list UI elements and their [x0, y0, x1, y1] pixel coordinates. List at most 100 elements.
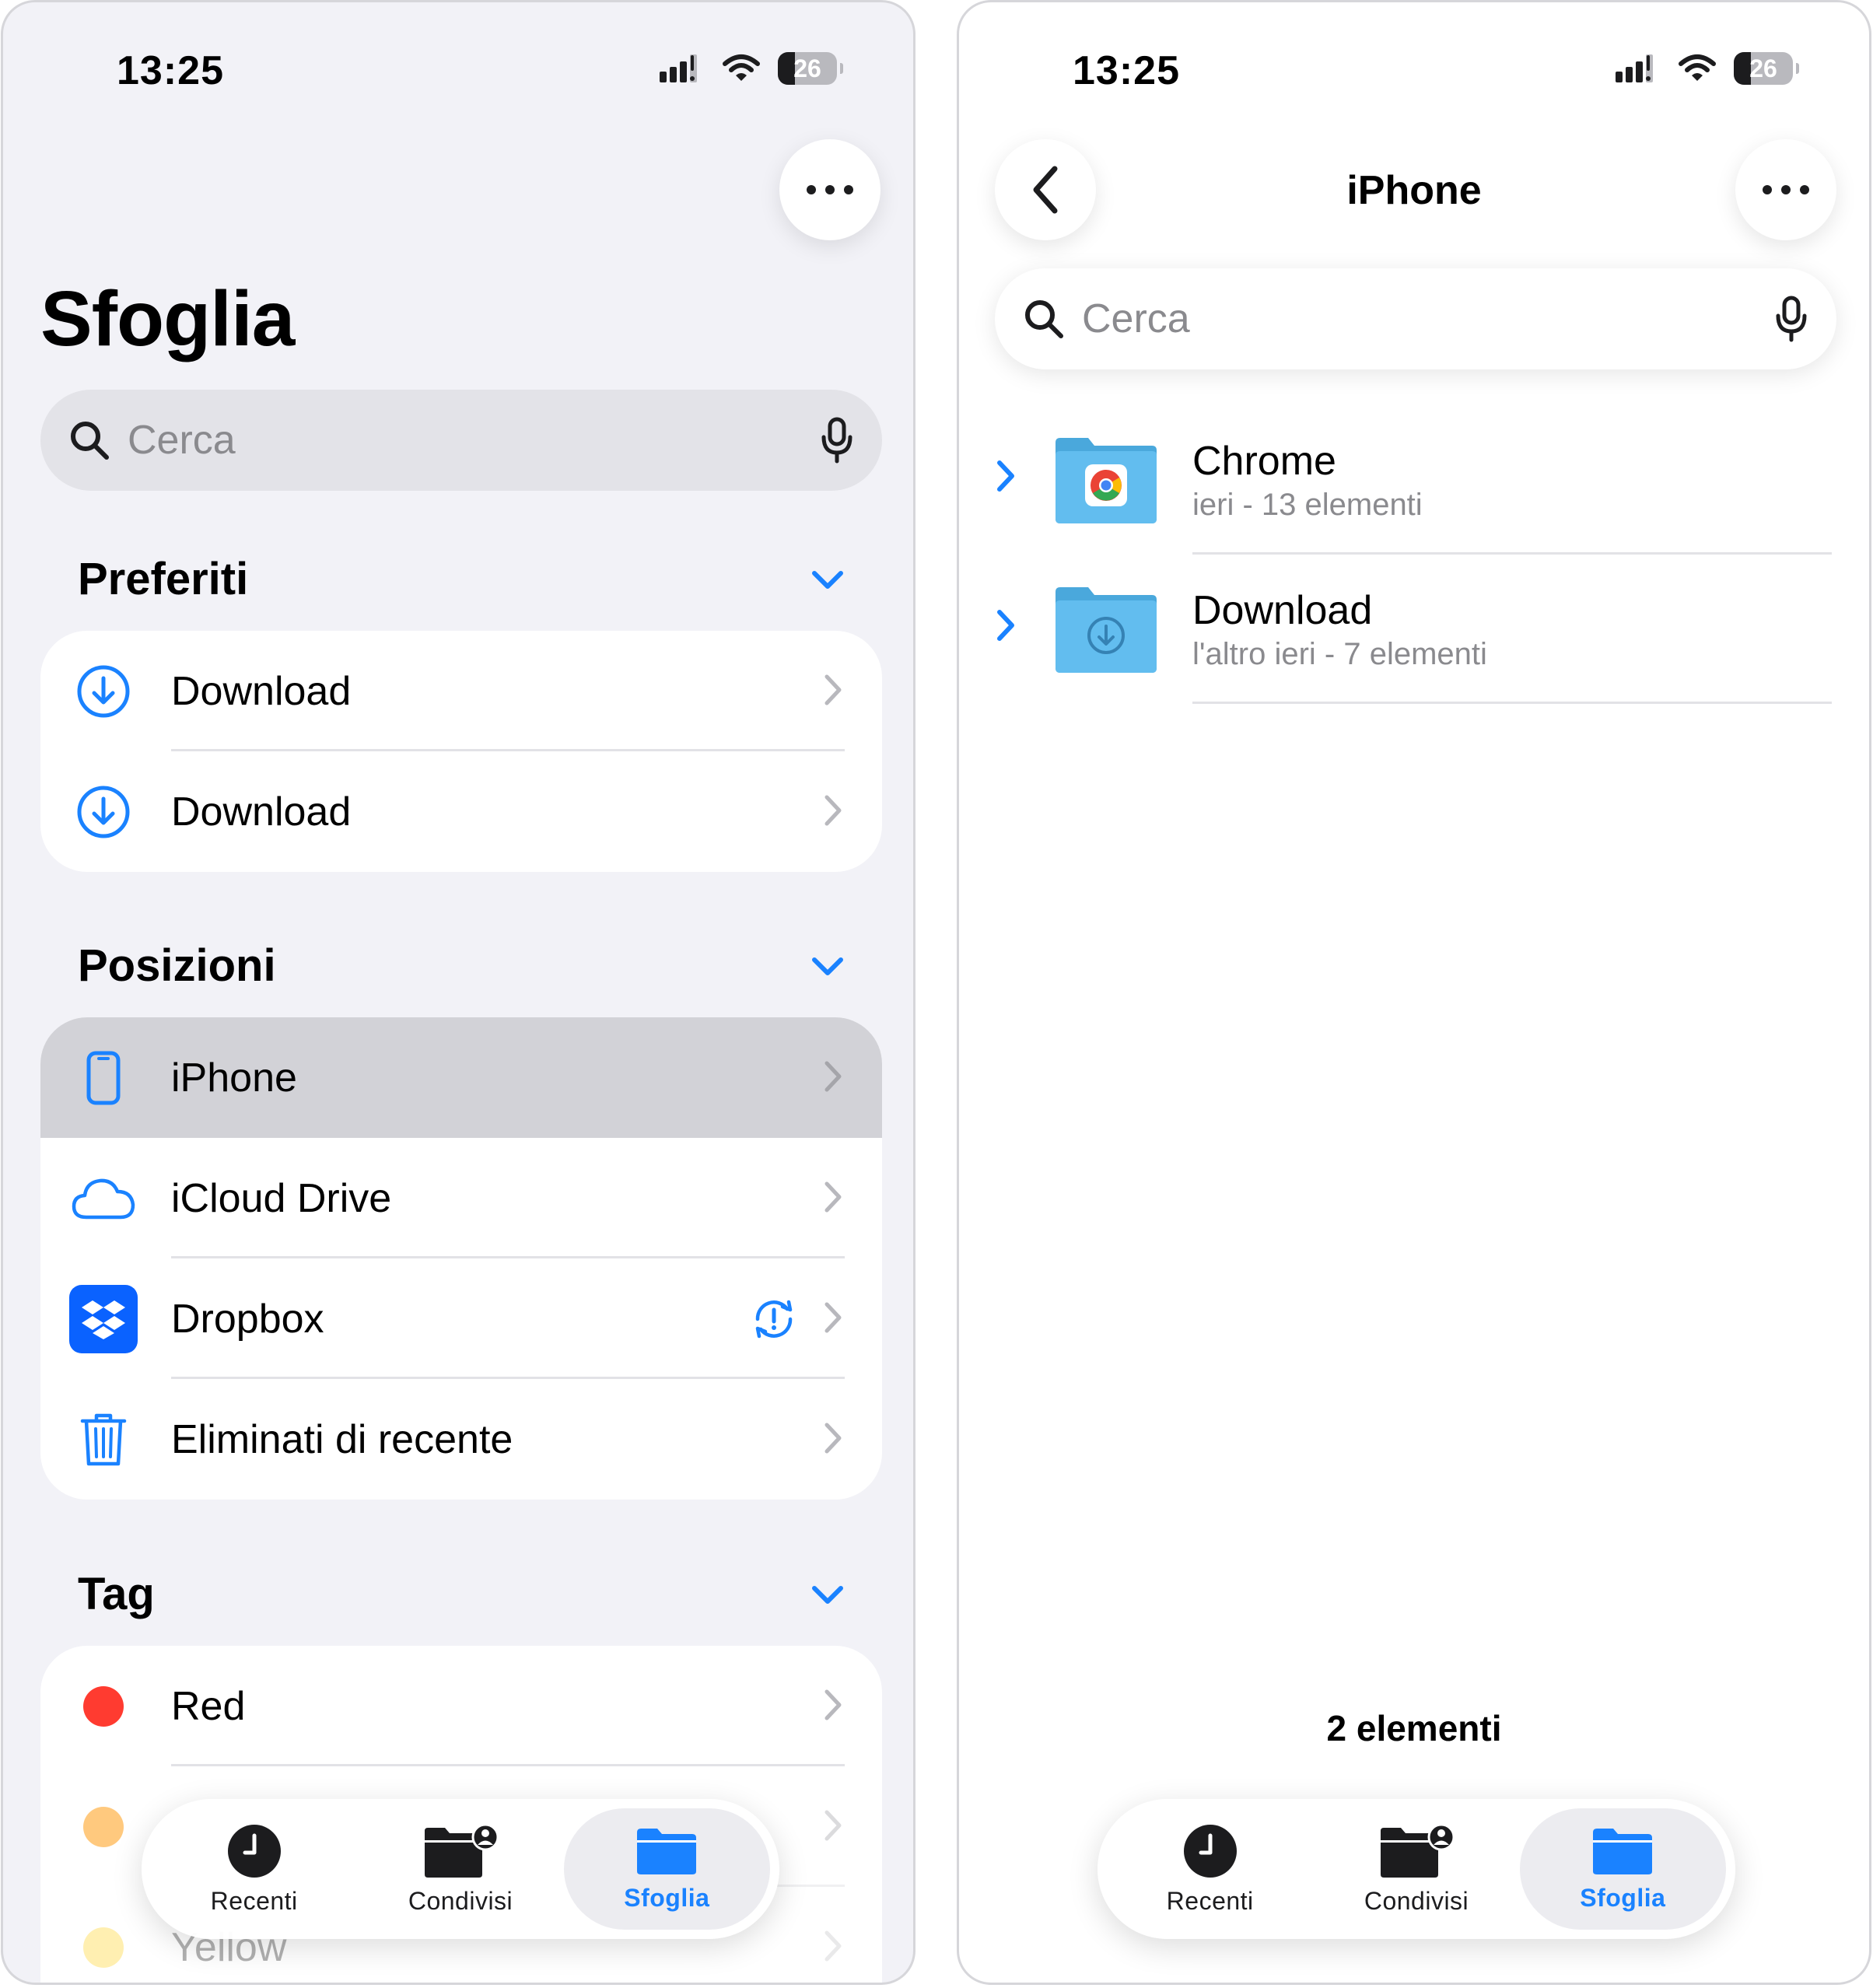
chevron-down-icon[interactable]	[810, 955, 845, 978]
page-title: Sfoglia	[40, 275, 295, 362]
wifi-icon	[1679, 54, 1716, 81]
tab-label: Recenti	[210, 1886, 298, 1915]
iphone-icon	[86, 1051, 121, 1104]
chevron-right-icon	[824, 1423, 842, 1454]
microphone-icon[interactable]	[820, 417, 854, 464]
chevron-right-icon	[824, 1181, 842, 1213]
sidebar-item-label: Download	[171, 789, 352, 835]
disclosure-chevron-icon[interactable]	[995, 607, 1017, 643]
tab-recents[interactable]: Recenti	[1107, 1808, 1313, 1930]
chevron-down-icon[interactable]	[810, 569, 845, 592]
chevron-right-icon	[824, 674, 842, 705]
section-header-locations: Posizioni	[78, 940, 276, 991]
folder-name: Download	[1192, 588, 1373, 633]
chevron-right-icon	[824, 795, 842, 826]
tab-shared[interactable]: Condivisi	[357, 1808, 563, 1930]
status-icons: 26	[658, 52, 843, 85]
download-folder-icon	[1056, 587, 1157, 673]
battery-icon: 26	[778, 52, 843, 85]
chevron-right-icon	[824, 1930, 842, 1962]
sidebar-item-download[interactable]: Download	[40, 631, 882, 751]
ellipsis-icon	[807, 185, 853, 194]
trash-icon	[80, 1413, 127, 1465]
sidebar-item-label: Download	[171, 668, 352, 714]
nav-title: iPhone	[1346, 168, 1482, 213]
section-header-favorites: Preferiti	[78, 554, 249, 604]
tag-dot-icon	[83, 1927, 124, 1968]
download-circle-icon	[77, 665, 130, 717]
tab-browse[interactable]: Sfoglia	[563, 1808, 770, 1930]
sidebar-item-iphone[interactable]: iPhone	[40, 1017, 882, 1138]
tab-shared[interactable]: Condivisi	[1313, 1808, 1519, 1930]
tab-label: Recenti	[1166, 1886, 1254, 1915]
tag-dot-icon	[83, 1685, 124, 1727]
chrome-folder-icon	[1056, 438, 1157, 523]
search-field[interactable]: Cerca	[995, 268, 1836, 369]
folder-icon	[637, 1828, 697, 1874]
download-circle-icon	[77, 786, 130, 838]
iphone-folder-screen: 13:25 26 iPhone Cerca Chrome ieri - 13 e…	[957, 0, 1871, 1985]
tag-dot-icon	[83, 1806, 124, 1847]
search-input[interactable]: Cerca	[128, 417, 820, 464]
search-input[interactable]: Cerca	[1082, 296, 1774, 342]
sidebar-item-label: Eliminati di recente	[171, 1416, 513, 1462]
folder-row-chrome[interactable]: Chrome ieri - 13 elementi	[959, 405, 1869, 555]
sidebar-item-label: iCloud Drive	[171, 1175, 392, 1221]
status-time: 13:25	[1073, 48, 1180, 93]
tab-label: Condivisi	[1364, 1886, 1469, 1915]
chevron-right-icon	[824, 1302, 842, 1333]
sidebar-item-icloud-drive[interactable]: iCloud Drive	[40, 1138, 882, 1258]
search-icon	[71, 422, 109, 460]
divider	[1192, 702, 1832, 704]
folder-row-download[interactable]: Download l'altro ieri - 7 elementi	[959, 555, 1869, 704]
tab-label: Sfoglia	[1580, 1883, 1666, 1912]
cellular-signal-icon	[660, 54, 697, 82]
tab-bar: Recenti Condivisi Sfoglia	[142, 1799, 779, 1939]
cellular-signal-icon	[1616, 54, 1653, 82]
sidebar-item-label: iPhone	[171, 1055, 297, 1101]
tab-bar: Recenti Condivisi Sfoglia	[1098, 1799, 1735, 1939]
search-field[interactable]: Cerca	[40, 390, 882, 491]
status-icons: 26	[1614, 52, 1799, 85]
battery-level: 26	[1749, 54, 1777, 82]
disclosure-chevron-icon[interactable]	[995, 458, 1017, 494]
chevron-right-icon	[824, 1810, 842, 1841]
sidebar-item-label: Dropbox	[171, 1296, 324, 1342]
folder-meta: l'altro ieri - 7 elementi	[1192, 637, 1487, 671]
clock-icon	[227, 1824, 281, 1878]
folder-meta: ieri - 13 elementi	[1192, 488, 1423, 522]
status-time: 13:25	[117, 48, 224, 93]
sidebar-item-dropbox[interactable]: Dropbox	[40, 1258, 882, 1379]
battery-level: 26	[793, 54, 821, 82]
item-count: 2 elementi	[1326, 1708, 1502, 1748]
chevron-down-icon[interactable]	[810, 1584, 845, 1607]
browse-screen: 13:25 26 Sfoglia Cerca Preferiti Downloa…	[1, 0, 915, 1985]
search-icon	[1025, 300, 1063, 338]
sync-warning-icon[interactable]	[750, 1297, 798, 1341]
sidebar-item-recently-deleted[interactable]: Eliminati di recente	[40, 1379, 882, 1500]
microphone-icon[interactable]	[1774, 296, 1808, 342]
tab-label: Condivisi	[408, 1886, 513, 1915]
more-options-button[interactable]	[779, 139, 880, 240]
clock-icon	[1183, 1824, 1237, 1878]
wifi-icon	[723, 54, 760, 81]
sidebar-item-label: Red	[171, 1683, 246, 1729]
shared-folder-icon	[424, 1823, 498, 1878]
locations-list: iPhone iCloud Drive Dropbox Eliminati di…	[40, 1017, 882, 1500]
sidebar-item-tag-red[interactable]: Red	[40, 1646, 882, 1766]
sidebar-item-download[interactable]: Download	[40, 751, 882, 872]
more-options-button[interactable]	[1735, 139, 1836, 240]
favorites-list: Download Download	[40, 631, 882, 872]
battery-icon: 26	[1734, 52, 1799, 85]
chevron-right-icon	[824, 1689, 842, 1720]
folder-icon	[1593, 1828, 1653, 1874]
tab-recents[interactable]: Recenti	[151, 1808, 357, 1930]
section-header-tags: Tag	[78, 1569, 155, 1619]
cloud-icon	[72, 1178, 135, 1219]
folder-name: Chrome	[1192, 439, 1336, 484]
ellipsis-icon	[1763, 185, 1809, 194]
tab-label: Sfoglia	[624, 1883, 710, 1912]
chevron-right-icon	[824, 1061, 842, 1092]
tab-browse[interactable]: Sfoglia	[1519, 1808, 1726, 1930]
shared-folder-icon	[1380, 1823, 1454, 1878]
